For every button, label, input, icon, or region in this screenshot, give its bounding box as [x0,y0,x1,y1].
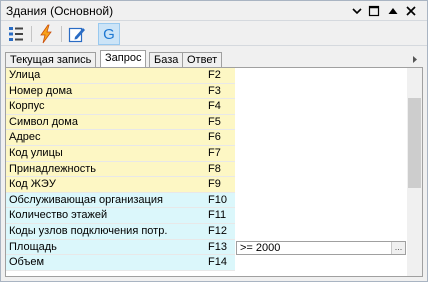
query-value-input[interactable]: >= 2000 ... [236,240,406,255]
table-row[interactable]: Объем F14 [6,255,407,271]
table-row[interactable]: Площадь F13 >= 2000 ... [6,239,407,256]
window-title: Здания (Основной) [6,4,114,18]
query-value-cell[interactable] [235,130,407,146]
scrollbar-thumb[interactable] [408,98,421,188]
query-window: Здания (Основной) G Текущая запись Запро… [0,0,428,282]
ellipsis-button[interactable]: ... [391,241,405,254]
tab-scroll-right-icon[interactable] [407,52,423,67]
query-value-cell[interactable] [235,208,407,224]
field-name-cell: Улица [6,68,206,84]
tab-current-record[interactable]: Текущая запись [5,52,97,67]
edit-button[interactable] [66,23,88,45]
toolbar-separator [31,26,32,42]
tab-query[interactable]: Запрос [100,50,147,67]
fields-list-icon [9,27,23,41]
query-value-cell[interactable] [235,146,407,162]
field-name-cell: Символ дома [6,114,206,131]
field-name-cell: Номер дома [6,83,206,100]
table-row[interactable]: Улица F2 [6,68,407,84]
field-code-cell: F5 [206,114,235,131]
field-name-cell: Код улицы [6,146,206,162]
field-code-cell: F10 [206,192,235,209]
query-value-cell[interactable] [235,99,407,115]
field-code-cell: F8 [206,161,235,178]
global-search-button[interactable]: G [98,23,120,45]
field-code-cell: F6 [206,130,235,146]
table-row[interactable]: Символ дома F5 [6,114,407,131]
edit-icon [68,27,85,43]
g-letter: G [103,26,115,43]
execute-button[interactable] [35,23,57,45]
field-code-cell: F14 [206,255,235,271]
up-triangle-icon[interactable] [386,4,400,18]
title-bar[interactable]: Здания (Основной) [1,1,427,21]
vertical-scrollbar[interactable] [407,68,422,276]
table-row[interactable]: Код ЖЭУ F9 [6,177,407,193]
g-letter-icon: G [103,26,115,43]
field-code-cell: F13 [206,239,235,256]
tab-bar: Текущая запись Запрос База Ответ [5,50,423,67]
tab-base[interactable]: База [149,52,184,67]
query-value-cell[interactable] [235,177,407,193]
field-code-cell: F9 [206,177,235,193]
field-name-cell: Код ЖЭУ [6,177,206,193]
query-value-text: >= 2000 [240,241,281,254]
field-code-cell: F3 [206,83,235,100]
chevron-down-icon[interactable] [350,4,364,18]
field-code-cell: F4 [206,99,235,115]
toolbar-separator [61,26,62,42]
field-name-cell: Количество этажей [6,208,206,224]
field-name-cell: Адрес [6,130,206,146]
field-name-cell: Принадлежность [6,161,206,178]
table-row[interactable]: Принадлежность F8 [6,161,407,178]
table-row[interactable]: Обслуживающая организация F10 [6,192,407,209]
table-row[interactable]: Адрес F6 [6,130,407,146]
fields-list-button[interactable] [5,23,27,45]
tab-answer[interactable]: Ответ [182,52,223,67]
query-value-cell[interactable]: >= 2000 ... [235,239,407,256]
table-row[interactable]: Коды узлов подключения потр. F12 [6,224,407,240]
query-value-cell[interactable] [235,114,407,131]
field-name-cell: Площадь [6,239,206,256]
field-code-cell: F11 [206,208,235,224]
query-value-cell[interactable] [235,68,407,84]
table-row[interactable]: Количество этажей F11 [6,208,407,224]
restore-icon[interactable] [367,4,381,18]
table-row[interactable]: Корпус F4 [6,99,407,115]
query-value-cell[interactable] [235,224,407,240]
query-value-cell[interactable] [235,83,407,100]
query-value-cell[interactable] [235,161,407,178]
field-name-cell: Объем [6,255,206,271]
table-row[interactable]: Номер дома F3 [6,83,407,100]
field-name-cell: Корпус [6,99,206,115]
field-code-cell: F2 [206,68,235,84]
field-code-cell: F7 [206,146,235,162]
table-row[interactable]: Код улицы F7 [6,146,407,162]
query-value-cell[interactable] [235,192,407,209]
query-grid: Улица F2 Номер дома F3 Корпус F4 Символ … [5,67,423,277]
field-name-cell: Коды узлов подключения потр. [6,224,206,240]
close-icon[interactable] [404,4,418,18]
query-value-cell[interactable] [235,255,407,271]
lightning-icon [40,24,52,44]
toolbar: G [1,22,427,46]
field-code-cell: F12 [206,224,235,240]
field-name-cell: Обслуживающая организация [6,192,206,209]
